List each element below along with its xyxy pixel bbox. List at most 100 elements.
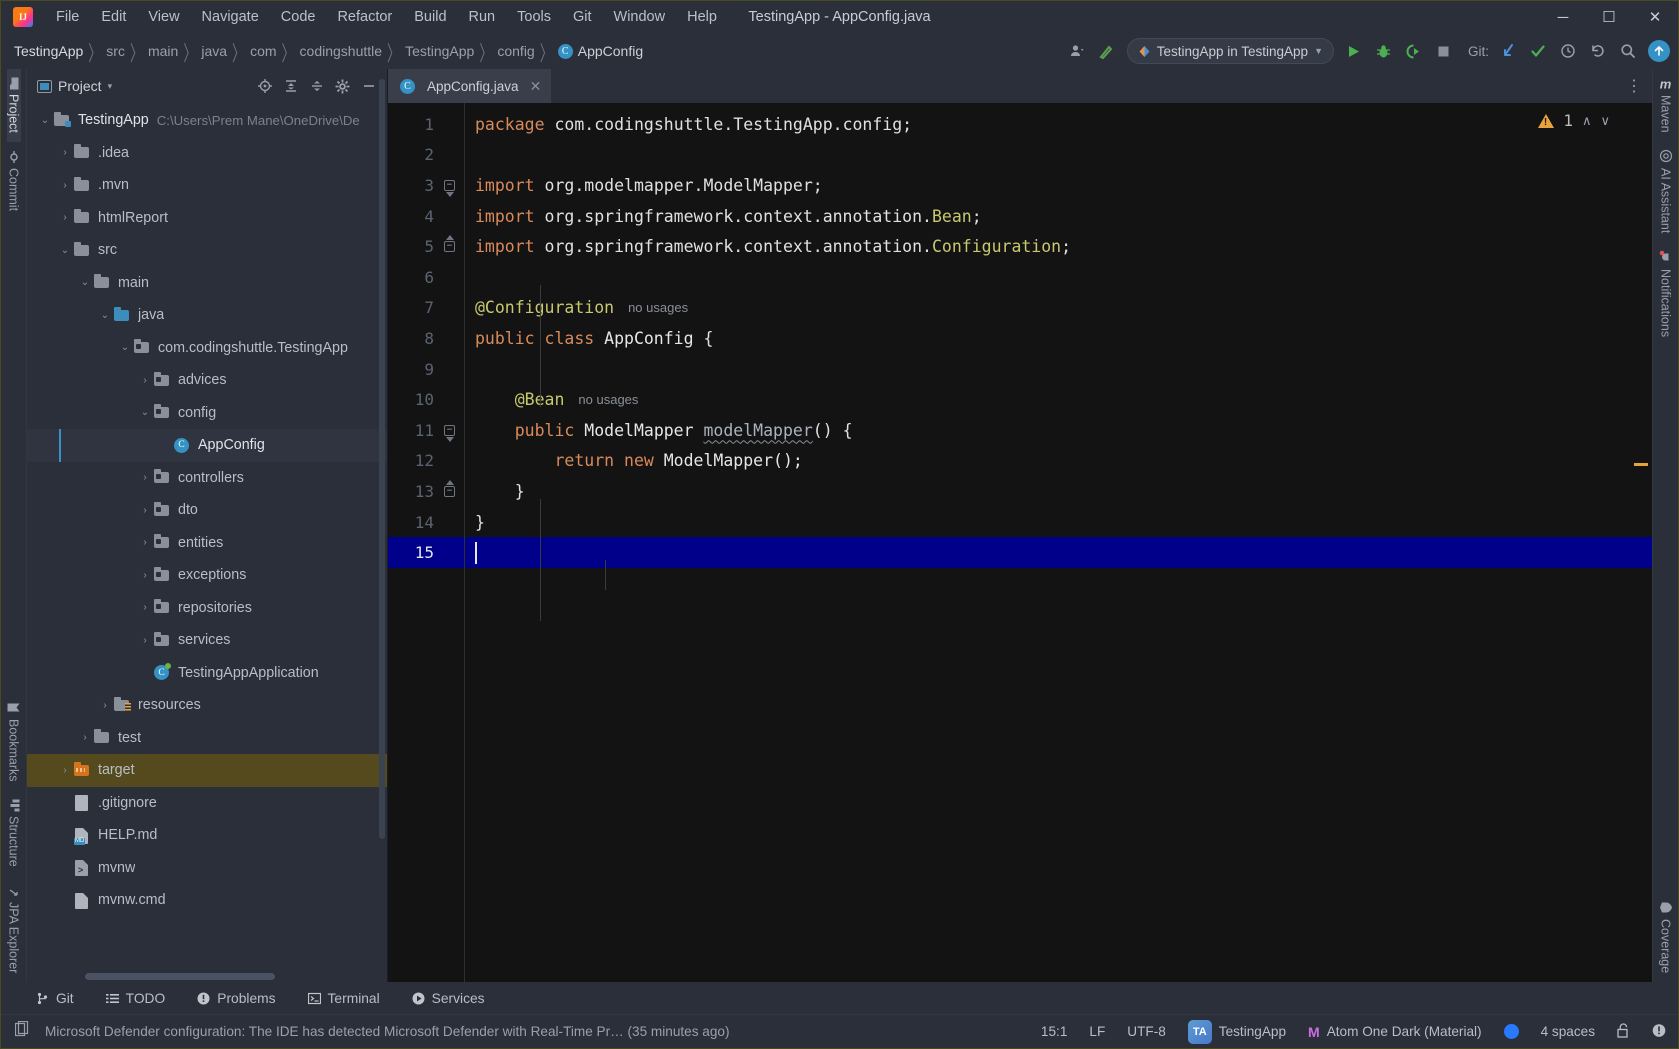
usages-hint[interactable]: no usages [578, 392, 638, 407]
expand-arrow-icon[interactable]: › [57, 147, 73, 158]
sidebar-item-commit[interactable]: Commit [7, 142, 21, 220]
expand-arrow-icon[interactable]: › [137, 472, 153, 483]
tree-node-appconfig[interactable]: C AppConfig [27, 429, 387, 462]
tree-node-test[interactable]: › test [27, 722, 387, 755]
code-line[interactable]: public class AppConfig { [465, 323, 1652, 354]
search-icon[interactable] [1614, 38, 1642, 64]
expand-arrow-icon[interactable]: › [137, 570, 153, 581]
line-number[interactable]: 11− [388, 415, 464, 446]
code-line[interactable]: public ModelMapper modelMapper() { [465, 415, 1652, 446]
inspection-status-badge[interactable]: 1 ∧ ∨ [1538, 111, 1610, 130]
line-number[interactable]: 2 [388, 140, 464, 171]
breadcrumb-item-src[interactable]: src [103, 41, 128, 61]
lock-icon[interactable] [1617, 1022, 1630, 1041]
expand-arrow-icon[interactable]: › [57, 765, 73, 776]
line-number[interactable]: 5− [388, 231, 464, 262]
line-number[interactable]: 9 [388, 354, 464, 385]
editor-tab-appconfig[interactable]: C AppConfig.java ✕ [388, 69, 552, 103]
tree-node-mvnw[interactable]: > mvnw [27, 852, 387, 885]
code-line[interactable]: package com.codingshuttle.TestingApp.con… [465, 109, 1652, 140]
line-number[interactable]: 12 [388, 446, 464, 477]
bottom-item-todo[interactable]: TODO [101, 988, 171, 1009]
run-with-coverage-button[interactable] [1400, 38, 1428, 64]
project-tree[interactable]: ⌄ TestingApp C:\Users\Prem Mane\OneDrive\D… [27, 103, 387, 982]
prev-problem-icon[interactable]: ∧ [1582, 113, 1592, 129]
project-horizontal-scrollbar[interactable] [85, 973, 275, 980]
tree-node-src[interactable]: ⌄ src [27, 234, 387, 267]
file-encoding[interactable]: UTF-8 [1127, 1024, 1166, 1039]
git-update-icon[interactable] [1494, 38, 1522, 64]
build-hammer-icon[interactable] [1093, 38, 1121, 64]
code-line[interactable]: } [465, 476, 1652, 507]
tree-node-help-md[interactable]: MD HELP.md [27, 819, 387, 852]
tree-node-repositories[interactable]: › repositories [27, 592, 387, 625]
fold-region-end-icon[interactable]: − [443, 479, 456, 498]
fold-region-start-icon[interactable]: − [443, 179, 456, 197]
fold-region-end-icon[interactable]: − [443, 235, 456, 253]
breadcrumb-item-config[interactable]: config [494, 41, 537, 61]
chevron-down-icon[interactable]: ▾ [108, 81, 113, 92]
code-line[interactable]: return new ModelMapper(); [465, 446, 1652, 477]
run-button[interactable] [1340, 38, 1368, 64]
menu-item-navigate[interactable]: Navigate [191, 5, 270, 29]
code-line[interactable]: @Bean no usages [465, 384, 1652, 415]
tree-node-config[interactable]: ⌄ config [27, 397, 387, 430]
line-number[interactable]: 13− [388, 476, 464, 507]
tree-node-com-codingshuttle-testingapp[interactable]: ⌄ com.codingshuttle.TestingApp [27, 332, 387, 365]
menu-item-code[interactable]: Code [270, 5, 327, 29]
code-line[interactable] [465, 354, 1652, 385]
notification-status-icon[interactable] [1652, 1023, 1666, 1041]
tree-node-testingappapplication[interactable]: C TestingAppApplication [27, 657, 387, 690]
collapse-arrow-icon[interactable]: ⌄ [37, 115, 53, 126]
breadcrumb-item-testingapp[interactable]: TestingApp [402, 41, 477, 61]
tree-node-mvnw-cmd[interactable]: mvnw.cmd [27, 884, 387, 917]
tree-node--gitignore[interactable]: .gitignore [27, 787, 387, 820]
editor-options-icon[interactable]: ⋮ [1626, 69, 1652, 103]
expand-arrow-icon[interactable]: › [137, 635, 153, 646]
line-number[interactable]: 8 [388, 323, 464, 354]
tree-node-dto[interactable]: › dto [27, 494, 387, 527]
menu-item-git[interactable]: Git [562, 5, 603, 29]
code-line[interactable]: } [465, 507, 1652, 538]
expand-all-icon[interactable] [278, 74, 303, 98]
line-separator[interactable]: LF [1089, 1024, 1105, 1039]
rollback-icon[interactable] [1584, 38, 1612, 64]
profile-icon[interactable] [1063, 38, 1091, 64]
locate-file-icon[interactable] [252, 74, 277, 98]
code-line[interactable] [465, 537, 1652, 568]
sidebar-item-bookmarks[interactable]: Bookmarks [7, 692, 21, 791]
menu-item-edit[interactable]: Edit [90, 5, 137, 29]
expand-arrow-icon[interactable]: › [137, 602, 153, 613]
minimize-button[interactable]: ─ [1540, 1, 1586, 33]
line-number[interactable]: 6 [388, 262, 464, 293]
collapse-arrow-icon[interactable]: ⌄ [57, 245, 73, 256]
tree-node-advices[interactable]: › advices [27, 364, 387, 397]
debug-button[interactable] [1370, 38, 1398, 64]
code-line[interactable]: import org.springframework.context.annot… [465, 201, 1652, 232]
git-commit-icon[interactable] [1524, 38, 1552, 64]
code-editor[interactable]: 1 2 3−4 5−6 7 8 9 10 11−12 13−14 15 package com.co… [388, 103, 1652, 982]
update-available-icon[interactable] [1648, 40, 1670, 62]
tree-node-controllers[interactable]: › controllers [27, 462, 387, 495]
bottom-item-terminal[interactable]: Terminal [303, 988, 385, 1009]
git-branch-widget[interactable]: TA TestingApp [1187, 1019, 1286, 1044]
status-message[interactable]: Microsoft Defender configuration: The ID… [45, 1024, 730, 1039]
tree-node-target[interactable]: › target [27, 754, 387, 787]
collapse-arrow-icon[interactable]: ⌄ [97, 310, 113, 321]
tree-node--idea[interactable]: › .idea [27, 137, 387, 170]
line-number[interactable]: 4 [388, 201, 464, 232]
status-indicator-dot[interactable] [1503, 1024, 1519, 1039]
code-line[interactable] [465, 262, 1652, 293]
tree-node-testingapp[interactable]: ⌄ TestingApp C:\Users\Prem Mane\OneDrive\D… [27, 104, 387, 137]
menu-item-tools[interactable]: Tools [506, 5, 562, 29]
line-number[interactable]: 7 [388, 293, 464, 324]
tree-node-resources[interactable]: › resources [27, 689, 387, 722]
menu-item-build[interactable]: Build [403, 5, 457, 29]
line-number[interactable]: 14 [388, 507, 464, 538]
bottom-item-git[interactable]: Git [31, 988, 79, 1009]
copy-icon[interactable] [14, 1020, 31, 1042]
warning-stripe-marker[interactable] [1634, 463, 1648, 466]
sidebar-item-jpa-explorer[interactable]: JPA Explorer [7, 876, 21, 982]
line-number[interactable]: 10 [388, 384, 464, 415]
run-configuration-selector[interactable]: TestingApp in TestingApp ▼ [1126, 38, 1334, 64]
